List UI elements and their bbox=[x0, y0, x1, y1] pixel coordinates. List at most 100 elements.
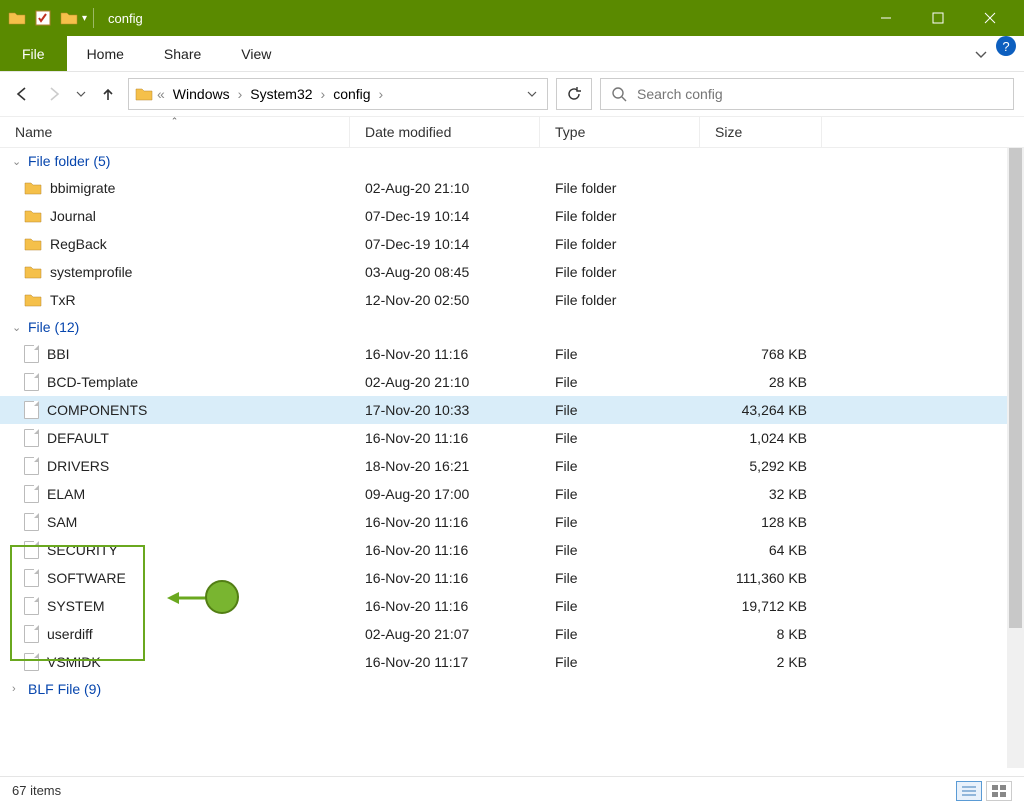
list-item[interactable]: ELAM09-Aug-20 17:00File32 KB bbox=[0, 480, 1024, 508]
chevron-icon: › bbox=[12, 683, 22, 695]
file-name: userdiff bbox=[47, 626, 93, 642]
file-type: File bbox=[540, 486, 700, 502]
file-icon bbox=[24, 541, 39, 559]
file-date: 17-Nov-20 10:33 bbox=[350, 402, 540, 418]
list-item[interactable]: systemprofile03-Aug-20 08:45File folder bbox=[0, 258, 1024, 286]
column-type[interactable]: Type bbox=[540, 117, 700, 147]
file-icon bbox=[24, 485, 39, 503]
breadcrumb-system32[interactable]: System32 bbox=[246, 86, 316, 102]
list-item[interactable]: SYSTEM16-Nov-20 11:16File19,712 KB bbox=[0, 592, 1024, 620]
file-type: File bbox=[540, 514, 700, 530]
file-date: 12-Nov-20 02:50 bbox=[350, 292, 540, 308]
file-size: 128 KB bbox=[700, 514, 822, 530]
column-name[interactable]: ⌃Name bbox=[0, 117, 350, 147]
list-item[interactable]: VSMIDK16-Nov-20 11:17File2 KB bbox=[0, 648, 1024, 676]
column-size[interactable]: Size bbox=[700, 117, 822, 147]
file-size: 32 KB bbox=[700, 486, 822, 502]
file-date: 16-Nov-20 11:16 bbox=[350, 542, 540, 558]
list-item[interactable]: bbimigrate02-Aug-20 21:10File folder bbox=[0, 174, 1024, 202]
file-type: File bbox=[540, 626, 700, 642]
file-icon bbox=[24, 429, 39, 447]
close-button[interactable] bbox=[976, 4, 1004, 32]
forward-button[interactable] bbox=[42, 82, 66, 106]
list-item[interactable]: DEFAULT16-Nov-20 11:16File1,024 KB bbox=[0, 424, 1024, 452]
list-item[interactable]: BBI16-Nov-20 11:16File768 KB bbox=[0, 340, 1024, 368]
recent-dropdown[interactable] bbox=[74, 82, 88, 106]
folder-icon bbox=[135, 87, 153, 101]
group-label: File folder (5) bbox=[28, 153, 110, 169]
file-size: 2 KB bbox=[700, 654, 822, 670]
folder-icon bbox=[8, 9, 26, 27]
file-size: 64 KB bbox=[700, 542, 822, 558]
breadcrumb-windows[interactable]: Windows bbox=[169, 86, 234, 102]
column-headers: ⌃Name Date modified Type Size bbox=[0, 116, 1024, 148]
list-item[interactable]: SECURITY16-Nov-20 11:16File64 KB bbox=[0, 536, 1024, 564]
maximize-button[interactable] bbox=[924, 4, 952, 32]
back-button[interactable] bbox=[10, 82, 34, 106]
list-item[interactable]: BCD-Template02-Aug-20 21:10File28 KB bbox=[0, 368, 1024, 396]
group-header[interactable]: ⌄File (12) bbox=[0, 314, 1024, 340]
file-type: File bbox=[540, 654, 700, 670]
view-details-button[interactable] bbox=[956, 781, 982, 801]
scrollbar-thumb[interactable] bbox=[1009, 148, 1022, 628]
list-item[interactable]: COMPONENTS17-Nov-20 10:33File43,264 KB bbox=[0, 396, 1024, 424]
chevron-icon: ⌄ bbox=[12, 155, 22, 168]
list-item[interactable]: userdiff02-Aug-20 21:07File8 KB bbox=[0, 620, 1024, 648]
separator bbox=[93, 8, 94, 28]
file-name: Journal bbox=[50, 208, 96, 224]
address-dropdown[interactable] bbox=[523, 89, 541, 99]
chevron-right-icon[interactable]: › bbox=[377, 86, 386, 102]
file-type: File folder bbox=[540, 208, 700, 224]
file-type: File bbox=[540, 402, 700, 418]
chevron-right-icon[interactable]: › bbox=[236, 86, 245, 102]
breadcrumb-config[interactable]: config bbox=[329, 86, 374, 102]
chevron-down-icon[interactable]: ▾ bbox=[82, 13, 87, 24]
file-tab[interactable]: File bbox=[0, 36, 67, 71]
file-date: 16-Nov-20 11:16 bbox=[350, 598, 540, 614]
list-item[interactable]: RegBack07-Dec-19 10:14File folder bbox=[0, 230, 1024, 258]
address-bar[interactable]: « Windows › System32 › config › bbox=[128, 78, 548, 110]
ribbon-expand-icon[interactable] bbox=[966, 36, 996, 71]
vertical-scrollbar[interactable] bbox=[1007, 148, 1024, 768]
column-date[interactable]: Date modified bbox=[350, 117, 540, 147]
sort-indicator-icon: ⌃ bbox=[171, 116, 179, 127]
file-date: 16-Nov-20 11:16 bbox=[350, 514, 540, 530]
refresh-button[interactable] bbox=[556, 78, 592, 110]
file-icon bbox=[24, 401, 39, 419]
chevron-right-icon[interactable]: › bbox=[319, 86, 328, 102]
file-date: 16-Nov-20 11:16 bbox=[350, 430, 540, 446]
help-button[interactable]: ? bbox=[996, 36, 1016, 56]
file-name: BCD-Template bbox=[47, 374, 138, 390]
minimize-button[interactable] bbox=[872, 4, 900, 32]
status-item-count: 67 items bbox=[12, 783, 61, 798]
file-icon bbox=[24, 653, 39, 671]
file-name: SOFTWARE bbox=[47, 570, 126, 586]
file-size: 28 KB bbox=[700, 374, 822, 390]
file-type: File folder bbox=[540, 292, 700, 308]
chevron-right-icon[interactable]: « bbox=[155, 86, 167, 102]
group-header[interactable]: ⌄ File folder (5) bbox=[0, 148, 1024, 174]
file-type: File bbox=[540, 374, 700, 390]
up-button[interactable] bbox=[96, 82, 120, 106]
search-box[interactable] bbox=[600, 78, 1014, 110]
file-size: 111,360 KB bbox=[700, 570, 822, 586]
list-item[interactable]: SOFTWARE16-Nov-20 11:16File111,360 KB bbox=[0, 564, 1024, 592]
group-header[interactable]: ›BLF File (9) bbox=[0, 676, 1024, 702]
title-bar: ▾ config bbox=[0, 0, 1024, 36]
file-list-area: ⌄ File folder (5) bbimigrate02-Aug-20 21:1… bbox=[0, 148, 1024, 768]
list-item[interactable]: TxR 12-Nov-20 02:50File folder bbox=[0, 286, 1024, 314]
file-type: File bbox=[540, 430, 700, 446]
tab-home[interactable]: Home bbox=[67, 36, 144, 71]
tab-share[interactable]: Share bbox=[144, 36, 221, 71]
list-item[interactable]: Journal07-Dec-19 10:14File folder bbox=[0, 202, 1024, 230]
tab-view[interactable]: View bbox=[221, 36, 291, 71]
list-item[interactable]: DRIVERS18-Nov-20 16:21File5,292 KB bbox=[0, 452, 1024, 480]
search-input[interactable] bbox=[637, 86, 1003, 102]
file-icon bbox=[24, 513, 39, 531]
view-thumbnails-button[interactable] bbox=[986, 781, 1012, 801]
chevron-icon: ⌄ bbox=[12, 321, 22, 334]
folder-icon bbox=[24, 265, 42, 279]
list-item[interactable]: SAM16-Nov-20 11:16File128 KB bbox=[0, 508, 1024, 536]
file-icon bbox=[24, 373, 39, 391]
file-name: TxR bbox=[50, 292, 76, 308]
